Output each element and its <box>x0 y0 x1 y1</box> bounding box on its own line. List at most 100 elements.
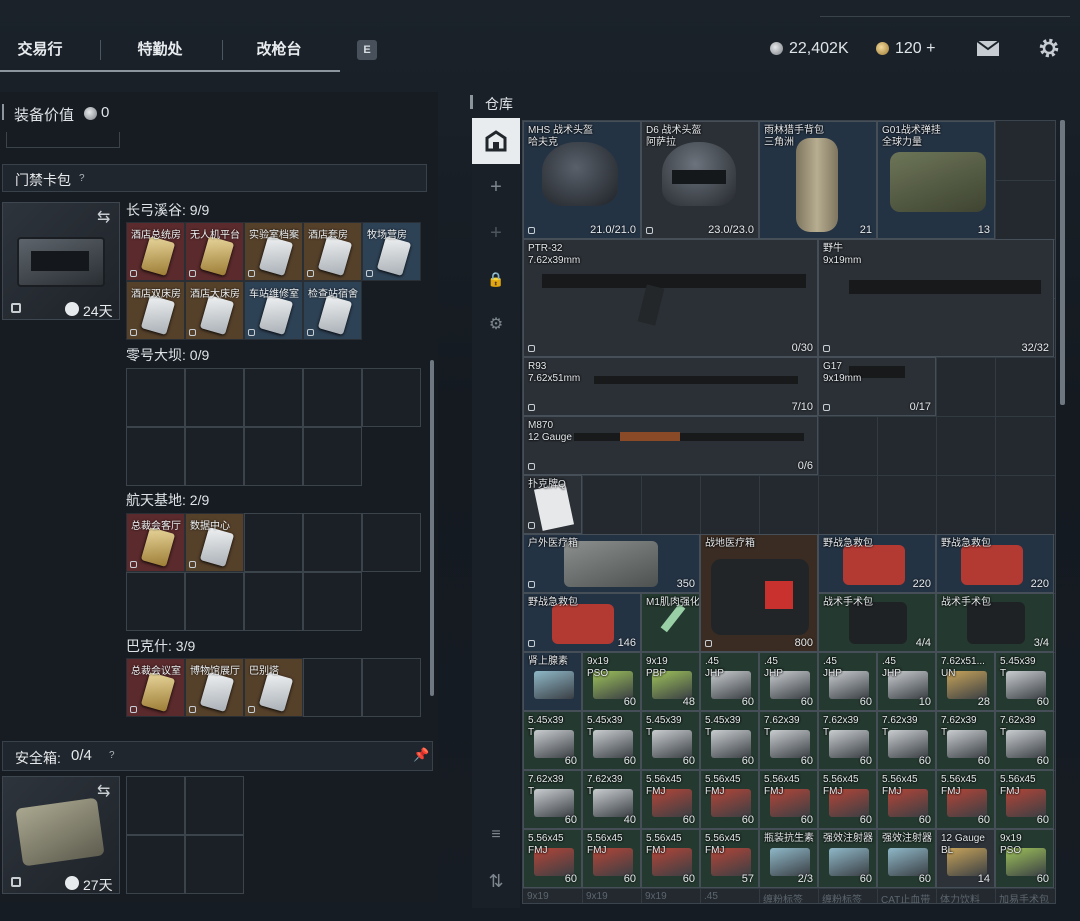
left-scrollbar[interactable] <box>430 360 434 696</box>
help-icon[interactable]: ? <box>109 750 115 761</box>
item-ammo-box[interactable]: 9x19 PSO 60 <box>582 652 641 711</box>
keycard-slot-empty[interactable] <box>244 572 303 631</box>
item-ammo-box[interactable]: 7.62x39 T 60 <box>523 770 582 829</box>
keycard[interactable]: 实验室档案 <box>244 222 303 281</box>
keycard-slot-empty[interactable] <box>126 572 185 631</box>
item-ammo-box[interactable]: .45 JHP 10 <box>877 652 936 711</box>
keycard-case-slot[interactable]: ⇆ 24天 <box>2 202 120 320</box>
keycard[interactable]: 酒店套房 <box>303 222 362 281</box>
item-ammo-box[interactable]: 9x19 PSO 60 <box>995 829 1054 888</box>
item-ammo-box[interactable]: 肾上腺素 <box>523 652 582 711</box>
keycard-slot-empty[interactable] <box>362 513 421 572</box>
swap-icon[interactable]: ⇆ <box>97 207 110 227</box>
keycard[interactable]: 酒店双床房 <box>126 281 185 340</box>
item-smg-bizon[interactable]: 野牛 9x19mm 32/32 <box>818 239 1054 357</box>
keycard-slot-empty[interactable] <box>303 658 362 717</box>
auto-sort-icon[interactable]: ⇅ <box>472 858 520 904</box>
safe-box-slot[interactable]: ⇆ 27天 <box>2 776 120 894</box>
item-ammo-box[interactable]: 强效注射器 60 <box>877 829 936 888</box>
item-ammo-box[interactable]: 7.62x39 T 60 <box>995 711 1054 770</box>
item-shotgun-m870[interactable]: M870 12 Gauge 0/6 <box>523 416 818 475</box>
keycard-slot-empty[interactable] <box>362 658 421 717</box>
keycard-slot-empty[interactable] <box>185 572 244 631</box>
keycard[interactable]: 车站维修室 <box>244 281 303 340</box>
item-ammo-box[interactable]: 5.56x45 FMJ 60 <box>818 770 877 829</box>
keycard[interactable]: 酒店总统房 <box>126 222 185 281</box>
help-icon[interactable]: ? <box>79 173 85 184</box>
item-ammo-box[interactable]: 5.45x39 T 60 <box>582 711 641 770</box>
keycard[interactable]: 总裁会议室 <box>126 658 185 717</box>
keycard-slot-empty[interactable] <box>185 368 244 427</box>
safe-box-slot-empty[interactable] <box>185 776 244 835</box>
item-ammo-box[interactable]: 5.45x39 T 60 <box>641 711 700 770</box>
item-backpack[interactable]: 雨林猎手背包 三角洲 21 <box>759 121 877 239</box>
item-ammo-box[interactable]: 5.56x45 FMJ 60 <box>641 770 700 829</box>
keycard-slot-empty[interactable] <box>185 427 244 486</box>
item-ammo-box[interactable]: 5.56x45 FMJ 57 <box>700 829 759 888</box>
item-sniper-r93[interactable]: R93 7.62x51mm 7/10 <box>523 357 818 416</box>
keycard[interactable]: 巴别塔 <box>244 658 303 717</box>
item-ammo-box[interactable]: 5.45x39 T 60 <box>523 711 582 770</box>
item-ammo-box[interactable]: 9x19 PBP 48 <box>641 652 700 711</box>
item-ammo-box[interactable]: 7.62x39 T 60 <box>759 711 818 770</box>
item-ammo-box[interactable]: 5.56x45 FMJ 60 <box>995 770 1054 829</box>
keycard-slot-empty[interactable] <box>244 368 303 427</box>
item-ammo-box[interactable]: 5.56x45 FMJ 60 <box>582 829 641 888</box>
add-tab-icon[interactable]: + <box>472 164 520 210</box>
item-ammo-box[interactable]: 5.56x45 FMJ 60 <box>936 770 995 829</box>
tab-special-ops[interactable]: 特勤处 <box>105 28 215 70</box>
item-helmet-mhs[interactable]: MHS 战术头盔 哈夫克 21.0/21.0 <box>523 121 641 239</box>
item-chest-rig[interactable]: G01战术弹挂 全球力量 13 <box>877 121 995 239</box>
item-ammo-box[interactable]: 7.62x51... UN 28 <box>936 652 995 711</box>
keycard-slot-empty[interactable] <box>303 513 362 572</box>
keycard[interactable]: 无人机平台 <box>185 222 244 281</box>
safe-box-slot-empty[interactable] <box>185 835 244 894</box>
item-playing-card[interactable]: 扑克牌Q <box>523 475 582 534</box>
item-ammo-box[interactable]: 12 Gauge BL 14 <box>936 829 995 888</box>
item-ammo-box[interactable]: 5.45x39 T 60 <box>995 652 1054 711</box>
keycard-slot-empty[interactable] <box>303 368 362 427</box>
keycard[interactable]: 检查站宿舍 <box>303 281 362 340</box>
item-pistol-g17[interactable]: G17 9x19mm 0/17 <box>818 357 936 416</box>
item-rifle-ptr32[interactable]: PTR-32 7.62x39mm 0/30 <box>523 239 818 357</box>
keycard[interactable]: 酒店大床房 <box>185 281 244 340</box>
item-first-aid-kit[interactable]: 野战急救包 220 <box>936 534 1054 593</box>
item-ammo-box[interactable]: 5.56x45 FMJ 60 <box>641 829 700 888</box>
item-ammo-box[interactable]: .45 JHP 60 <box>759 652 818 711</box>
item-ammo-box[interactable]: .45 JHP 60 <box>818 652 877 711</box>
item-ammo-box[interactable]: 5.56x45 FMJ 60 <box>523 829 582 888</box>
item-first-aid-kit[interactable]: 野战急救包 146 <box>523 593 641 652</box>
keycard[interactable]: 牧场营房 <box>362 222 421 281</box>
item-muscle-booster[interactable]: M1肌肉强化 <box>641 593 700 652</box>
item-helmet-d6[interactable]: D6 战术头盔 阿萨拉 23.0/23.0 <box>641 121 759 239</box>
safe-box-slot-empty[interactable] <box>126 776 185 835</box>
keycard-slot-empty[interactable] <box>126 427 185 486</box>
keycard[interactable]: 博物馆展厅 <box>185 658 244 717</box>
keycard[interactable]: 数据中心 <box>185 513 244 572</box>
keycard-slot-empty[interactable] <box>303 427 362 486</box>
warehouse-scrollbar[interactable] <box>1060 120 1065 405</box>
layers-icon[interactable]: ≡ <box>472 812 520 858</box>
keycard-slot-empty[interactable] <box>244 513 303 572</box>
safe-box-slot-empty[interactable] <box>126 835 185 894</box>
lock-icon[interactable]: 🔒 <box>472 256 520 302</box>
item-ammo-box[interactable]: 5.56x45 FMJ 60 <box>877 770 936 829</box>
mail-icon[interactable] <box>976 40 1000 57</box>
swap-icon[interactable]: ⇆ <box>97 781 110 801</box>
keycard-slot-empty[interactable] <box>244 427 303 486</box>
gold-balance[interactable]: 120 + <box>895 40 935 58</box>
item-ammo-box[interactable]: 瓶装抗生素 2/3 <box>759 829 818 888</box>
settings-icon[interactable]: ⚙ <box>472 302 520 348</box>
tab-gunsmith[interactable]: 改枪台 <box>228 28 330 70</box>
warehouse-main-tab[interactable] <box>472 118 520 164</box>
item-surgery-kit[interactable]: 战术手术包 4/4 <box>818 593 936 652</box>
item-ammo-box[interactable]: 5.56x45 FMJ 60 <box>700 770 759 829</box>
gear-icon[interactable] <box>1038 37 1060 59</box>
pin-icon[interactable]: 📌 <box>413 747 429 763</box>
item-ammo-box[interactable]: 7.62x39 T 60 <box>877 711 936 770</box>
item-outdoor-medkit[interactable]: 户外医疗箱 350 <box>523 534 700 593</box>
add-tab-icon-disabled[interactable]: + <box>472 210 520 256</box>
item-field-medkit[interactable]: 战地医疗箱 800 <box>700 534 818 652</box>
item-ammo-box[interactable]: 7.62x39 T 60 <box>818 711 877 770</box>
item-surgery-kit[interactable]: 战术手术包 3/4 <box>936 593 1054 652</box>
